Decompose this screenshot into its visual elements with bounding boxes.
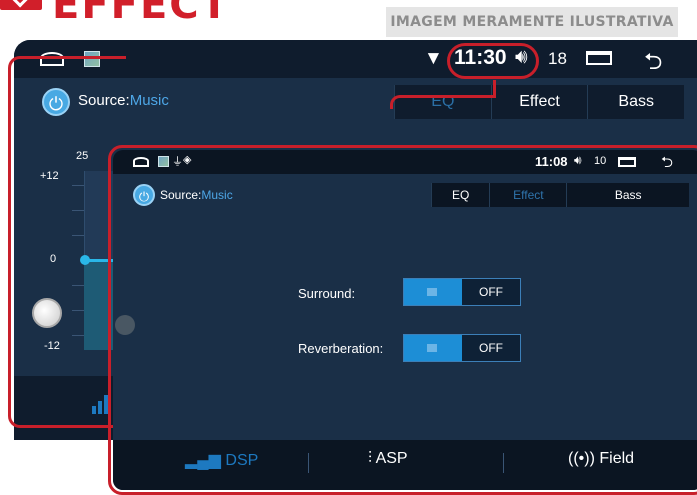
source-value: Music xyxy=(129,92,169,109)
foreground-screen: ⏚ ◈ 11:08 🔊︎ 10 ⮌ ⏻ Source:Music EQ Effe… xyxy=(113,150,697,490)
reverberation-toggle[interactable]: OFF xyxy=(403,334,521,362)
reverberation-label: Reverberation: xyxy=(298,341,384,356)
recents-icon[interactable] xyxy=(586,51,612,65)
tab-bass[interactable]: Bass xyxy=(566,183,689,207)
nav-dsp-label: DSP xyxy=(225,452,259,469)
reverberation-state: OFF xyxy=(462,335,520,361)
home-icon[interactable] xyxy=(133,157,149,167)
nav-divider xyxy=(503,453,504,473)
nav-divider xyxy=(308,453,309,473)
toggle-thumb xyxy=(404,279,462,305)
volume-icon[interactable]: 🔊︎ xyxy=(574,153,582,168)
back-arrow-icon[interactable]: ⮌ xyxy=(644,45,662,84)
source-indicator: Source:Music xyxy=(160,188,233,202)
nav-field-label: Field xyxy=(599,450,635,467)
equalizer-sliders-icon: ⫶ xyxy=(368,450,373,467)
nav-dsp[interactable]: ▂▄▆ DSP xyxy=(185,450,258,470)
volume-level: 10 xyxy=(594,155,607,167)
nav-asp[interactable]: ⫶ ASP xyxy=(368,450,408,468)
recents-icon[interactable] xyxy=(618,157,636,167)
source-value: Music xyxy=(201,188,233,202)
usb-icon: ⏚ xyxy=(172,156,183,168)
tab-eq[interactable]: EQ xyxy=(431,183,489,207)
surround-toggle[interactable]: OFF xyxy=(403,278,521,306)
dsp-bars-icon: ▂▄▆ xyxy=(185,452,221,469)
foreground-tab-bar: EQ Effect Bass xyxy=(431,183,689,207)
app-icon[interactable] xyxy=(158,156,169,167)
back-arrow-icon[interactable]: ⮌ xyxy=(661,152,673,177)
wifi-icon: ▼ xyxy=(424,48,443,69)
toggle-thumb xyxy=(404,335,462,361)
callout-connector-bend xyxy=(390,95,496,109)
source-label: Source: xyxy=(160,188,202,202)
nav-field[interactable]: ((•)) Field xyxy=(568,450,634,468)
tab-effect[interactable]: Effect xyxy=(489,183,566,207)
effect-tab-highlight xyxy=(447,43,539,79)
disclaimer-badge: IMAGEM MERAMENTE ILUSTRATIVA xyxy=(386,7,678,37)
surround-label: Surround: xyxy=(298,286,356,301)
shield-icon: ◈ xyxy=(183,154,192,166)
brand-logo xyxy=(0,0,42,10)
status-time: 11:08 xyxy=(535,154,568,169)
foreground-status-bar: ⏚ ◈ 11:08 🔊︎ 10 ⮌ xyxy=(113,150,697,174)
sound-field-icon: ((•)) xyxy=(568,450,595,467)
brand-title: EFFECT xyxy=(52,0,230,28)
power-icon[interactable]: ⏻ xyxy=(133,184,155,206)
volume-level: 18 xyxy=(548,49,567,68)
tab-bass[interactable]: Bass xyxy=(587,85,684,119)
nav-asp-label: ASP xyxy=(375,450,408,467)
tab-effect[interactable]: Effect xyxy=(490,85,588,119)
surround-state: OFF xyxy=(462,279,520,305)
side-handle-knob[interactable] xyxy=(115,315,135,335)
